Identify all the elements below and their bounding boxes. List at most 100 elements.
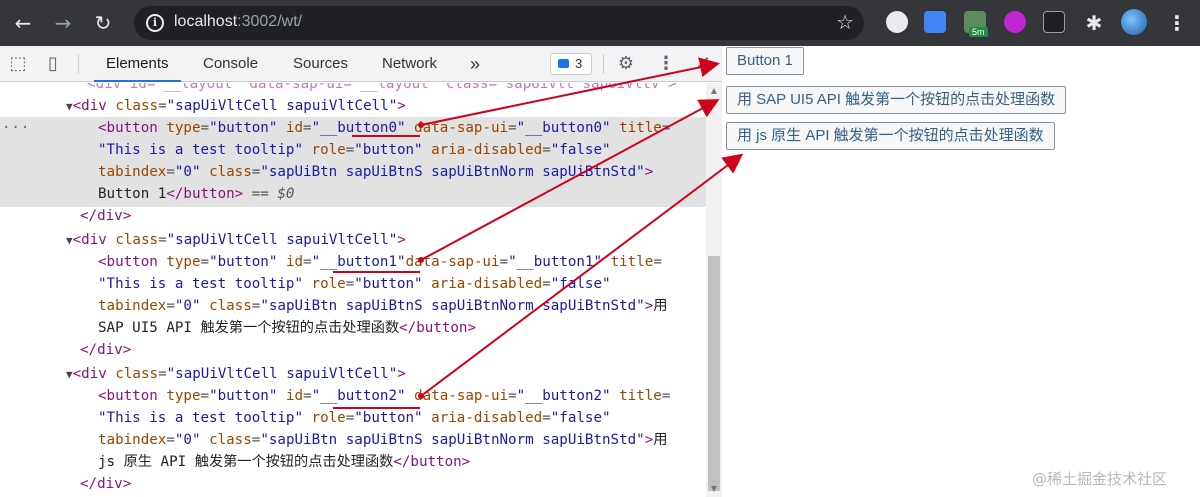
tag-end: </button> xyxy=(393,454,471,470)
attr-name: tabindex xyxy=(98,432,167,448)
tree-node-button2-cont[interactable]: "This is a test tooltip" role="button" a… xyxy=(98,407,722,429)
tag-open: <button xyxy=(98,120,167,136)
kebab-menu-icon[interactable]: ⋮ xyxy=(1164,10,1190,36)
attr-value: "__button1" xyxy=(508,254,603,270)
attr-value: "This is a test tooltip" xyxy=(98,410,303,426)
trigger-via-js-button[interactable]: 用 js 原生 API 触发第一个按钮的点击处理函数 xyxy=(726,122,1055,150)
tab-sources[interactable]: Sources xyxy=(293,46,348,82)
expand-triangle-icon[interactable]: ▼ xyxy=(66,234,73,247)
attr-value: "0" xyxy=(174,298,201,314)
eq-sign: = xyxy=(166,164,175,180)
reload-icon[interactable]: ↻ xyxy=(90,10,116,36)
settings-icon[interactable]: ⚙ xyxy=(615,53,637,75)
extension-purple-icon[interactable] xyxy=(1004,11,1026,33)
attr-value: "sapUiBtn sapUiBtnS sapUiBtnNorm sapUiBt… xyxy=(260,164,645,180)
tree-node-div-cell1[interactable]: ▼<div class="sapUiVltCell sapuiVltCell"> xyxy=(66,229,722,251)
extension-globe-icon[interactable] xyxy=(886,11,908,33)
tree-line-layout[interactable]: <div id="__layout" data-sap-ui="__layout… xyxy=(70,83,722,95)
tree-node-button1-cont2[interactable]: tabindex="0" class="sapUiBtn sapUiBtnS s… xyxy=(98,295,722,317)
tree-node-div-cell2[interactable]: ▼<div class="sapUiVltCell sapuiVltCell"> xyxy=(66,363,722,385)
attr-value: "button" xyxy=(354,142,423,158)
tree-node-button0[interactable]: <button type="button" id="__button0" dat… xyxy=(98,117,722,139)
tab-console[interactable]: Console xyxy=(203,46,258,82)
attr-value: "This is a test tooltip" xyxy=(98,142,303,158)
eq-sign: = xyxy=(158,366,167,382)
attr-name: title xyxy=(619,388,662,404)
attr-name: class xyxy=(209,164,252,180)
tree-line-text: <div id="__layout" data-sap-ui="__layout… xyxy=(70,83,677,92)
inspect-icon[interactable]: ⬚ xyxy=(7,53,29,75)
tag-close: > xyxy=(644,432,654,448)
extensions-icon[interactable]: ✱ xyxy=(1081,10,1107,36)
selected-marker: == xyxy=(243,186,278,202)
tree-node-button0-text[interactable]: Button 1</button> == $0 xyxy=(98,183,722,205)
tab-elements[interactable]: Elements xyxy=(94,46,181,82)
attr-name: aria-disabled xyxy=(431,142,543,158)
eq-sign: = xyxy=(499,254,509,270)
tab-network[interactable]: Network xyxy=(382,46,437,82)
tree-node-button0-cont[interactable]: "This is a test tooltip" role="button" a… xyxy=(98,139,722,161)
trigger-via-ui5-button[interactable]: 用 SAP UI5 API 触发第一个按钮的点击处理函数 xyxy=(726,86,1067,114)
message-count: 3 xyxy=(575,56,583,71)
attr-value: "sapUiVltCell sapuiVltCell" xyxy=(166,98,398,114)
tree-node-button2-text[interactable]: js 原生 API 触发第一个按钮的点击处理函数</button> xyxy=(98,451,722,473)
url-text[interactable]: localhost:3002/wt/ xyxy=(174,13,302,31)
devtools-toolbar: ⬚ ▯ Elements Console Sources Network » 3… xyxy=(0,46,722,82)
tree-node-button1[interactable]: <button type="button" id="__button1"data… xyxy=(98,251,722,273)
attr-value: "button" xyxy=(209,388,278,404)
attr-value: "__button0" xyxy=(311,120,406,136)
tag-open: <div xyxy=(72,232,116,248)
device-icon[interactable]: ▯ xyxy=(42,53,64,75)
tree-node-button0-cont2[interactable]: tabindex="0" class="sapUiBtn sapUiBtnS s… xyxy=(98,161,722,183)
attr-name: class xyxy=(115,232,159,248)
extension-edit-icon[interactable] xyxy=(924,11,946,33)
forward-arrow-icon[interactable]: → xyxy=(50,10,76,36)
profile-avatar[interactable] xyxy=(1121,9,1147,35)
attr-value: "__button0" xyxy=(516,120,611,136)
tree-node-div-cell0[interactable]: ▼<div class="sapUiVltCell sapuiVltCell"> xyxy=(66,95,722,117)
attr-name: role xyxy=(311,276,346,292)
tree-node-div-close[interactable]: </div> xyxy=(80,339,722,361)
tag-open: <button xyxy=(98,254,167,270)
attr-name: tabindex xyxy=(98,298,167,314)
tree-node-button2[interactable]: <button type="button" id="__button2" dat… xyxy=(98,385,722,407)
attr-name: data-sap-ui xyxy=(414,388,509,404)
node-text: js 原生 API 触发第一个按钮的点击处理函数 xyxy=(98,454,394,470)
expand-triangle-icon[interactable]: ▼ xyxy=(66,100,73,113)
attr-name: tabindex xyxy=(98,164,167,180)
eq-sign: = xyxy=(200,388,210,404)
attr-name: type xyxy=(166,120,201,136)
tree-node-button2-cont2[interactable]: tabindex="0" class="sapUiBtn sapUiBtnS s… xyxy=(98,429,722,451)
scroll-up-icon[interactable]: ▲ xyxy=(708,86,720,96)
more-tabs-button[interactable]: » xyxy=(470,46,480,82)
tree-node-div-close[interactable]: </div> xyxy=(80,205,722,227)
more-dots-icon[interactable]: ··· xyxy=(2,117,30,139)
url-host: localhost xyxy=(174,13,238,30)
extension-terminal-icon[interactable] xyxy=(1043,11,1065,33)
tag-end: </div> xyxy=(80,476,132,492)
attr-value: "button" xyxy=(209,120,278,136)
tree-node-button1-cont[interactable]: "This is a test tooltip" role="button" a… xyxy=(98,273,722,295)
tree-node-button1-text[interactable]: SAP UI5 API 触发第一个按钮的点击处理函数</button> xyxy=(98,317,722,339)
scroll-down-icon[interactable]: ▼ xyxy=(708,484,720,494)
tree-node-div-close[interactable]: </div> xyxy=(80,473,722,495)
expand-triangle-icon[interactable]: ▼ xyxy=(66,368,73,381)
attr-name: type xyxy=(166,254,201,270)
eq-sign: = xyxy=(158,232,167,248)
info-icon[interactable]: i xyxy=(146,14,164,32)
attr-value: "false" xyxy=(550,142,611,158)
attr-value: "0" xyxy=(174,432,201,448)
messages-badge[interactable]: 3 xyxy=(550,53,592,75)
scrollbar-thumb[interactable] xyxy=(708,256,720,491)
tag-end: </button> xyxy=(399,320,477,336)
back-arrow-icon[interactable]: ← xyxy=(10,10,36,36)
address-bar[interactable]: i localhost:3002/wt/ ☆ xyxy=(134,6,864,40)
close-icon[interactable]: ✕ xyxy=(692,53,714,75)
star-icon[interactable]: ☆ xyxy=(836,10,854,34)
eq-sign: = xyxy=(661,388,671,404)
kebab-menu-icon[interactable]: ⋮ xyxy=(655,53,677,75)
button-1[interactable]: Button 1 xyxy=(726,47,804,75)
attr-value: "__button2" xyxy=(516,388,611,404)
tag-end: </button> xyxy=(166,186,244,202)
eq-sign: = xyxy=(542,276,551,292)
